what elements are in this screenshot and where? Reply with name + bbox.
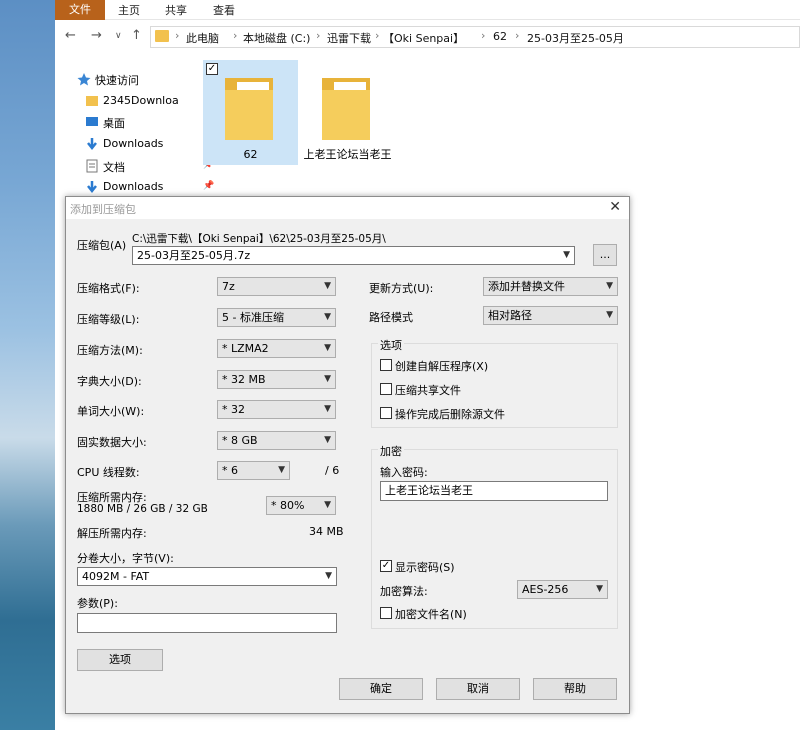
download-arrow-icon xyxy=(85,180,99,194)
breadcrumb-xunlei[interactable]: 迅雷下载 xyxy=(327,30,371,46)
options-button[interactable]: 选项 xyxy=(77,649,163,671)
tab-home[interactable]: 主页 xyxy=(118,2,140,18)
pin-icon: 📌 xyxy=(203,181,215,191)
add-to-archive-dialog: 添加到压缩包 ✕ 压缩包(A) C:\迅雷下载\【Oki Senpai】\62\… xyxy=(65,196,630,714)
chevron-down-icon: ▼ xyxy=(324,404,331,414)
dialog-title: 添加到压缩包 xyxy=(70,203,136,216)
delete-source-checkbox[interactable]: 操作完成后删除源文件 xyxy=(380,406,580,422)
archive-path: C:\迅雷下载\【Oki Senpai】\62\25-03月至25-05月\ xyxy=(132,233,386,245)
split-select[interactable]: 4092M - FAT ▼ xyxy=(77,567,337,586)
chevron-down-icon: ▼ xyxy=(606,310,613,320)
update-select[interactable]: 添加并替换文件 ▼ xyxy=(483,277,618,296)
options-group-title: 选项 xyxy=(378,337,404,353)
decomp-memory-value: 34 MB xyxy=(309,525,344,538)
archive-name-combo[interactable]: 25-03月至25-05月.7z ▼ xyxy=(132,246,575,265)
level-label: 压缩等级(L): xyxy=(77,313,140,326)
chevron-down-icon: ▼ xyxy=(596,584,603,594)
navigation-pane: 快速访问 2345Downloa 📌 桌面 📌 Downloads 📌 文档 📌… xyxy=(55,60,214,200)
address-row: ← → ∨ ↑ › 此电脑 › 本地磁盘 (C:) › 迅雷下载 › 【Oki … xyxy=(55,24,800,50)
show-password-checkbox[interactable]: ✓ 显示密码(S) xyxy=(380,559,580,575)
chevron-down-icon: ▼ xyxy=(324,312,331,322)
chevron-down-icon: ▼ xyxy=(324,343,331,353)
cancel-button[interactable]: 取消 xyxy=(436,678,520,700)
chevron-down-icon: ▼ xyxy=(324,281,331,291)
recent-chevron-icon[interactable]: ∨ xyxy=(115,31,122,41)
forward-arrow-icon[interactable]: → xyxy=(91,28,102,43)
options-group: 选项 创建自解压程序(X) 压缩共享文件 操作完成后删除源文件 xyxy=(371,337,618,428)
tab-share[interactable]: 共享 xyxy=(165,2,187,18)
archive-label: 压缩包(A) xyxy=(77,239,127,252)
password-input[interactable]: 上老王论坛当老王 xyxy=(380,481,608,501)
chevron-down-icon: ▼ xyxy=(324,435,331,445)
decomp-memory-label: 解压所需内存: xyxy=(77,527,147,540)
word-label: 单词大小(W): xyxy=(77,405,145,418)
memory-percent-select[interactable]: * 80% ▼ xyxy=(266,496,336,515)
chevron-down-icon: ▼ xyxy=(325,571,332,581)
breadcrumb-current[interactable]: 25-03月至25-05月 xyxy=(527,30,624,46)
params-label: 参数(P): xyxy=(77,597,118,610)
threads-max: / 6 xyxy=(325,464,340,477)
select-checkbox[interactable]: ✓ xyxy=(206,63,218,75)
chevron-down-icon: ▼ xyxy=(324,500,331,510)
threads-label: CPU 线程数: xyxy=(77,466,140,479)
close-icon[interactable]: ✕ xyxy=(609,199,621,215)
breadcrumb-oki[interactable]: 【Oki Senpai】 xyxy=(383,30,464,46)
encryption-group: 加密 输入密码: 上老王论坛当老王 ✓ 显示密码(S) 加密算法: AES-256… xyxy=(371,443,618,629)
ribbon: 文件 主页 共享 查看 xyxy=(55,0,800,20)
chevron-down-icon: ▼ xyxy=(563,250,570,260)
format-select[interactable]: 7z ▼ xyxy=(217,277,336,296)
up-arrow-icon[interactable]: ↑ xyxy=(131,28,142,43)
folder-icon xyxy=(155,30,169,42)
params-input[interactable] xyxy=(77,613,337,633)
folder-icon xyxy=(225,78,273,140)
back-arrow-icon[interactable]: ← xyxy=(65,28,76,43)
enc-method-select[interactable]: AES-256 ▼ xyxy=(517,580,608,599)
chevron-down-icon: ▼ xyxy=(606,281,613,291)
memory-value: 1880 MB / 26 GB / 32 GB xyxy=(77,503,208,515)
method-select[interactable]: * LZMA2 ▼ xyxy=(217,339,336,358)
update-label: 更新方式(U): xyxy=(369,282,434,295)
dict-select[interactable]: * 32 MB ▼ xyxy=(217,370,336,389)
browse-button[interactable]: ... xyxy=(593,244,617,266)
tab-file[interactable]: 文件 xyxy=(55,0,105,20)
chevron-down-icon: ▼ xyxy=(278,465,285,475)
desktop-icon xyxy=(85,115,99,129)
breadcrumb-this-pc[interactable]: 此电脑 xyxy=(186,30,219,46)
tab-view[interactable]: 查看 xyxy=(213,2,235,18)
dialog-titlebar: 添加到压缩包 ✕ xyxy=(66,197,629,219)
level-select[interactable]: 5 - 标准压缩 ▼ xyxy=(217,308,336,327)
help-button[interactable]: 帮助 xyxy=(533,678,617,700)
folder-tile-laowang[interactable]: 上老王论坛当老王 xyxy=(300,60,395,165)
folder-icon xyxy=(85,94,99,108)
address-bar[interactable]: › 此电脑 › 本地磁盘 (C:) › 迅雷下载 › 【Oki Senpai】 … xyxy=(150,26,800,48)
folder-icon xyxy=(322,78,370,140)
word-select[interactable]: * 32 ▼ xyxy=(217,400,336,419)
solid-label: 固实数据大小: xyxy=(77,436,147,449)
sfx-checkbox[interactable]: 创建自解压程序(X) xyxy=(380,358,580,374)
threads-select[interactable]: * 6 ▼ xyxy=(217,461,290,480)
format-label: 压缩格式(F): xyxy=(77,282,140,295)
path-mode-label: 路径模式 xyxy=(369,311,413,324)
breadcrumb-local-disk[interactable]: 本地磁盘 (C:) xyxy=(243,30,310,46)
path-mode-select[interactable]: 相对路径 ▼ xyxy=(483,306,618,325)
download-arrow-icon xyxy=(85,137,99,151)
encrypt-names-checkbox[interactable]: 加密文件名(N) xyxy=(380,606,580,622)
ok-button[interactable]: 确定 xyxy=(339,678,423,700)
dict-label: 字典大小(D): xyxy=(77,375,142,388)
folder-tile-62[interactable]: ✓ 62 xyxy=(203,60,298,165)
enc-method-label: 加密算法: xyxy=(380,585,428,598)
split-label: 分卷大小，字节(V): xyxy=(77,552,174,565)
document-icon xyxy=(85,159,99,173)
solid-select[interactable]: * 8 GB ▼ xyxy=(217,431,336,450)
breadcrumb-62[interactable]: 62 xyxy=(493,30,507,43)
shared-files-checkbox[interactable]: 压缩共享文件 xyxy=(380,382,580,398)
star-icon xyxy=(77,72,91,86)
password-label: 输入密码: xyxy=(380,466,428,479)
chevron-down-icon: ▼ xyxy=(324,374,331,384)
method-label: 压缩方法(M): xyxy=(77,344,143,357)
encryption-group-title: 加密 xyxy=(378,443,404,459)
